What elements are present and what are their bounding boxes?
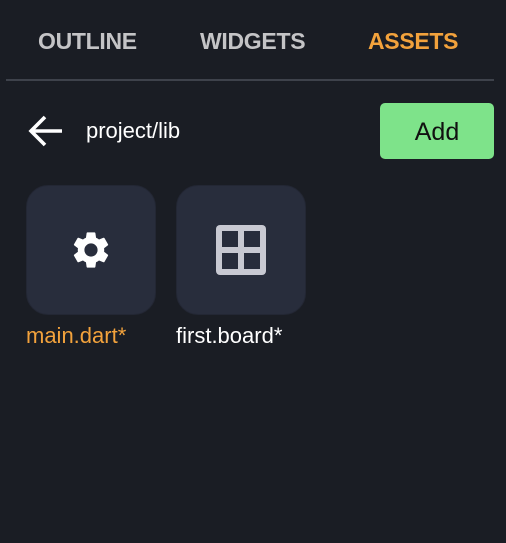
- assets-panel: OUTLINE WIDGETS ASSETS project/lib Add m…: [0, 0, 506, 543]
- asset-label: first.board*: [176, 323, 283, 348]
- grid-icon: [216, 225, 266, 275]
- arrow-left-icon: [28, 115, 62, 147]
- asset-label: main.dart*: [26, 323, 127, 348]
- tab-divider: [6, 79, 494, 81]
- asset-item-main-dart[interactable]: main.dart*: [26, 185, 186, 355]
- asset-item-first-board[interactable]: first.board*: [176, 185, 336, 355]
- tab-outline[interactable]: OUTLINE: [38, 28, 137, 55]
- tab-widgets[interactable]: WIDGETS: [200, 28, 306, 55]
- add-button[interactable]: Add: [380, 103, 494, 159]
- breadcrumb-path: project/lib: [86, 118, 181, 143]
- gear-icon: [73, 232, 109, 268]
- tab-bar: OUTLINE WIDGETS ASSETS: [0, 0, 506, 82]
- back-button[interactable]: [24, 111, 68, 151]
- tab-assets[interactable]: ASSETS: [368, 28, 459, 55]
- asset-tile: [26, 185, 156, 315]
- asset-tile: [176, 185, 306, 315]
